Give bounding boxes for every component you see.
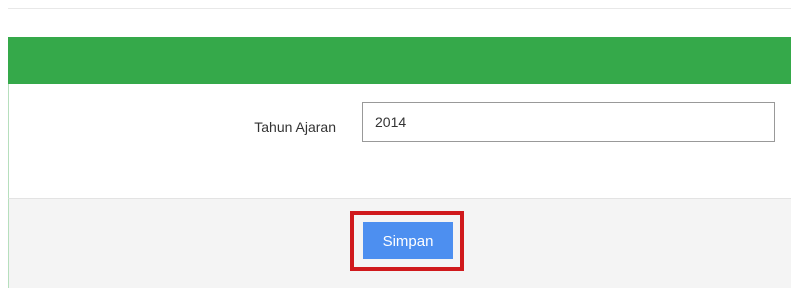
tahun-ajaran-label: Tahun Ajaran [254,119,336,135]
save-button[interactable]: Simpan [363,222,453,259]
tahun-ajaran-input[interactable] [362,102,775,142]
panel-header [8,37,791,84]
form-body: Tahun Ajaran [8,84,791,198]
top-divider [8,8,791,9]
form-panel: Tahun Ajaran Simpan [8,37,791,288]
form-footer: Simpan [8,198,791,288]
